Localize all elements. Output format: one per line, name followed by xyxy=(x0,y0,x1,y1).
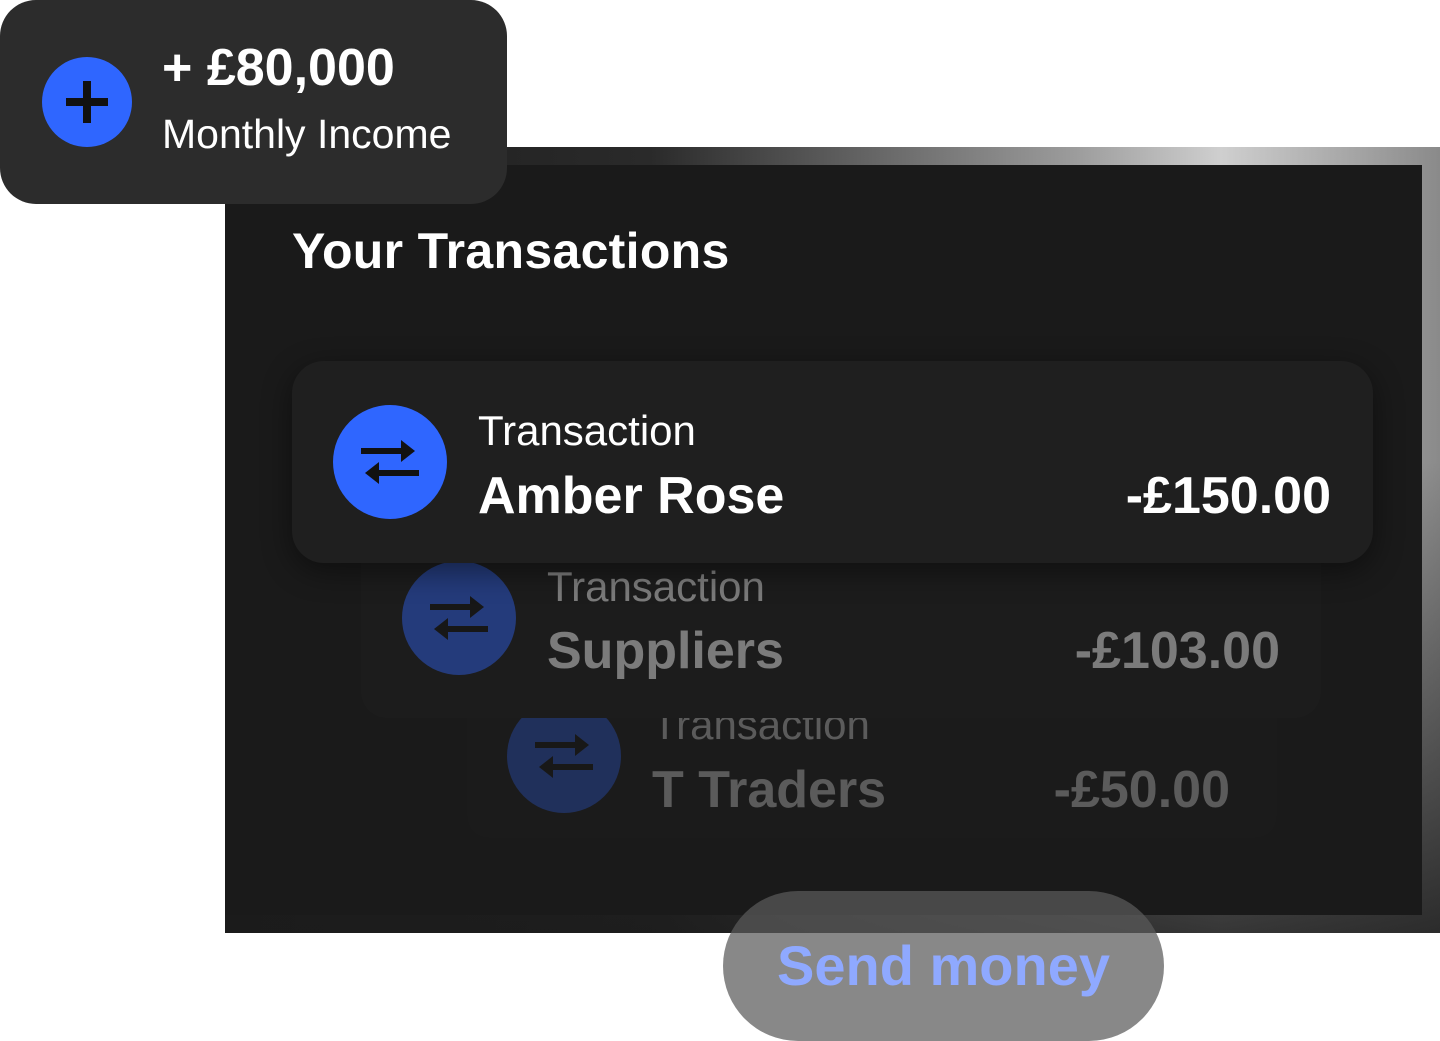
monthly-income-card: + £80,000 Monthly Income xyxy=(0,0,507,204)
transaction-name: Amber Rose xyxy=(478,467,785,525)
income-label: Monthly Income xyxy=(162,111,452,157)
transaction-amount: -£150.00 xyxy=(1125,467,1331,525)
app-canvas: Your Transactions Transaction T Traders … xyxy=(0,0,1440,1041)
transaction-amount: -£50.00 xyxy=(1053,761,1230,819)
transaction-type-label: Transaction xyxy=(478,407,696,454)
income-amount: + £80,000 xyxy=(162,39,395,97)
transaction-amount: -£103.00 xyxy=(1074,622,1280,680)
transfer-arrows-icon xyxy=(333,405,447,519)
plus-icon xyxy=(42,57,132,147)
send-money-button[interactable]: Send money xyxy=(723,891,1164,1041)
send-money-label: Send money xyxy=(777,933,1110,997)
transaction-card-amber-rose[interactable] xyxy=(292,361,1373,563)
transfer-arrows-icon xyxy=(402,561,516,675)
transaction-type-label: Transaction xyxy=(547,563,765,610)
panel-title: Your Transactions xyxy=(292,223,730,279)
transaction-name: Suppliers xyxy=(547,622,784,680)
transaction-name: T Traders xyxy=(652,761,887,819)
